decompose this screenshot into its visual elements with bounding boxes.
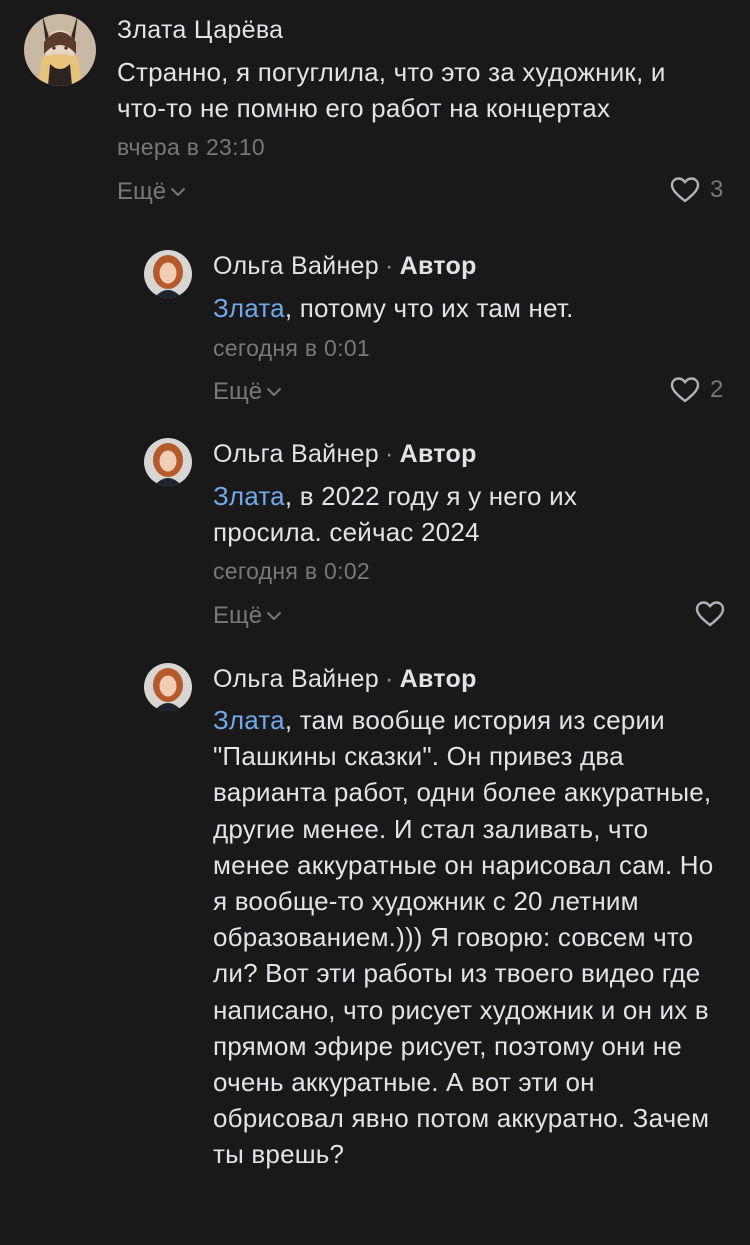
heart-icon [670,376,700,404]
heart-icon [670,176,700,204]
comment-text: Странно, я погуглила, что это за художни… [117,54,717,126]
comment-timestamp: сегодня в 0:02 [213,558,371,584]
comment-text: Злата, там вообще история из серии "Пашк… [213,702,718,1173]
like-count: 2 [710,376,724,403]
more-label: Ещё [117,178,167,205]
author-name[interactable]: Злата Царёва [117,16,283,44]
comment-reply: Ольга Вайнер · Автор Злата, там вообще ист… [0,645,750,1245]
chevron-down-icon [170,187,186,197]
more-label: Ещё [213,378,263,405]
more-button[interactable]: Ещё [117,178,186,206]
comment-body: , там вообще история из серии "Пашкины с… [213,705,714,1170]
comment-author[interactable]: Ольга Вайнер · Автор [213,665,477,694]
like-button[interactable]: 3 [670,176,723,204]
comment-reply: Ольга Вайнер · Автор Злата, потому что их … [0,230,750,420]
comment-body: , потому что их там нет. [284,293,574,323]
like-count: 3 [710,176,724,203]
comment-reply: Ольга Вайнер · Автор Злата, в 2022 году я … [0,420,750,645]
heart-icon [695,600,725,628]
author-name[interactable]: Ольга Вайнер [213,440,379,468]
mention-link[interactable]: Злата [213,293,285,323]
comment-author[interactable]: Злата Царёва [117,16,283,45]
like-button[interactable]: 2 [670,376,723,404]
comment-timestamp: вчера в 23:10 [117,134,265,160]
mention-link[interactable]: Злата [213,705,285,735]
chevron-down-icon [266,387,282,397]
comment-text: Злата, в 2022 году я у него их просила. … [213,478,633,550]
comment-author[interactable]: Ольга Вайнер · Автор [213,440,477,469]
more-label: Ещё [213,602,263,629]
author-role-badge: Автор [399,665,477,693]
comment-timestamp: сегодня в 0:01 [213,335,371,361]
comment-body: Странно, я погуглила, что это за художни… [117,57,666,123]
comment-text: Злата, потому что их там нет. [213,290,723,326]
like-button[interactable] [695,600,725,628]
separator: · [384,252,394,280]
separator: · [384,440,394,468]
avatar[interactable] [144,250,192,298]
chevron-down-icon [266,611,282,621]
comment-author[interactable]: Ольга Вайнер · Автор [213,252,477,281]
avatar[interactable] [144,438,192,486]
avatar[interactable] [144,663,192,711]
separator: · [384,665,394,693]
comment: Злата Царёва Странно, я погуглила, что э… [0,0,750,220]
more-button[interactable]: Ещё [213,378,282,406]
author-name[interactable]: Ольга Вайнер [213,252,379,280]
mention-link[interactable]: Злата [213,481,285,511]
author-role-badge: Автор [399,252,477,280]
author-name[interactable]: Ольга Вайнер [213,665,379,693]
author-role-badge: Автор [399,440,477,468]
avatar[interactable] [24,14,96,86]
more-button[interactable]: Ещё [213,602,282,630]
